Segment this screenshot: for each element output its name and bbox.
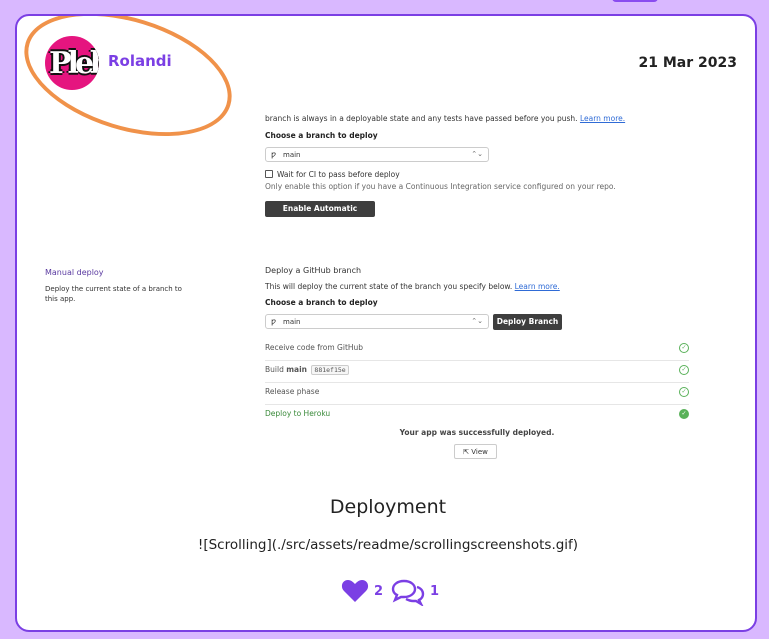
- heart-icon[interactable]: [341, 578, 369, 604]
- view-button-label: View: [471, 448, 488, 456]
- check-circle-icon: ✓: [679, 343, 689, 353]
- like-count: 2: [374, 584, 384, 599]
- auto-deploy-intro-text: branch is always in a deployable state a…: [265, 114, 578, 123]
- auto-branch-value: main: [283, 151, 301, 159]
- step-label: Receive code from GitHub: [265, 343, 364, 352]
- wait-ci-help: Only enable this option if you have a Co…: [265, 182, 616, 191]
- check-circle-icon: ✓: [679, 387, 689, 397]
- step-deploy-heroku: Deploy to Heroku ✓: [265, 404, 689, 426]
- auto-branch-select[interactable]: ƿ main ⌃⌄: [265, 147, 489, 162]
- wait-ci-label: Wait for CI to pass before deploy: [277, 170, 400, 179]
- success-message: Your app was successfully deployed.: [399, 428, 555, 437]
- post-date: 21 Mar 2023: [638, 55, 737, 71]
- manual-intro-text: This will deploy the current state of th…: [265, 282, 513, 291]
- top-tab: [612, 0, 658, 2]
- enable-automatic-deploys-button[interactable]: Enable Automatic Deploys: [265, 201, 375, 229]
- commit-hash: 881ef15e: [311, 365, 349, 375]
- deploy-branch-button[interactable]: Deploy Branch: [493, 314, 562, 330]
- manual-deploy-title: Manual deploy: [45, 268, 104, 277]
- step-label: Deploy to Heroku: [265, 409, 331, 418]
- view-button[interactable]: ⇱ View: [454, 444, 497, 459]
- reactions-bar: 2 1: [341, 578, 451, 606]
- post-card: branch is always in a deployable state a…: [15, 14, 757, 632]
- external-link-icon: ⇱: [463, 448, 469, 456]
- manual-learn-more-link[interactable]: Learn more.: [515, 282, 560, 291]
- manual-choose-branch-label: Choose a branch to deploy: [265, 298, 378, 307]
- chevron-updown-icon: ⌃⌄: [471, 150, 483, 158]
- learn-more-link[interactable]: Learn more.: [580, 114, 625, 123]
- step-label: Build main 881ef15e: [265, 365, 349, 375]
- comment-icon[interactable]: [391, 578, 425, 606]
- deploy-github-heading: Deploy a GitHub branch: [265, 266, 362, 275]
- markdown-image-text: ![Scrolling](./src/assets/readme/scrolli…: [197, 537, 579, 553]
- manual-deploy-description: Deploy the current state of a branch to …: [45, 285, 182, 303]
- manual-branch-value: main: [283, 318, 301, 326]
- branch-icon: ƿ: [271, 317, 277, 326]
- build-label: Build: [265, 365, 284, 374]
- chevron-updown-icon: ⌃⌄: [471, 317, 483, 325]
- branch-icon: ƿ: [271, 150, 277, 159]
- section-title: Deployment: [329, 496, 447, 518]
- manual-deploy-intro: This will deploy the current state of th…: [265, 282, 560, 291]
- manual-branch-select[interactable]: ƿ main ⌃⌄: [265, 314, 489, 329]
- wait-ci-checkbox[interactable]: [265, 170, 273, 178]
- step-release-phase: Release phase ✓: [265, 382, 689, 405]
- step-label: Release phase: [265, 387, 320, 396]
- check-circle-icon: ✓: [679, 409, 689, 419]
- check-circle-icon: ✓: [679, 365, 689, 375]
- choose-branch-label: Choose a branch to deploy: [265, 131, 378, 140]
- build-branch: main: [286, 365, 308, 374]
- comment-count: 1: [430, 584, 440, 599]
- step-build: Build main 881ef15e ✓: [265, 360, 689, 383]
- step-receive-code: Receive code from GitHub ✓: [265, 338, 689, 361]
- auto-deploy-intro: branch is always in a deployable state a…: [265, 114, 625, 123]
